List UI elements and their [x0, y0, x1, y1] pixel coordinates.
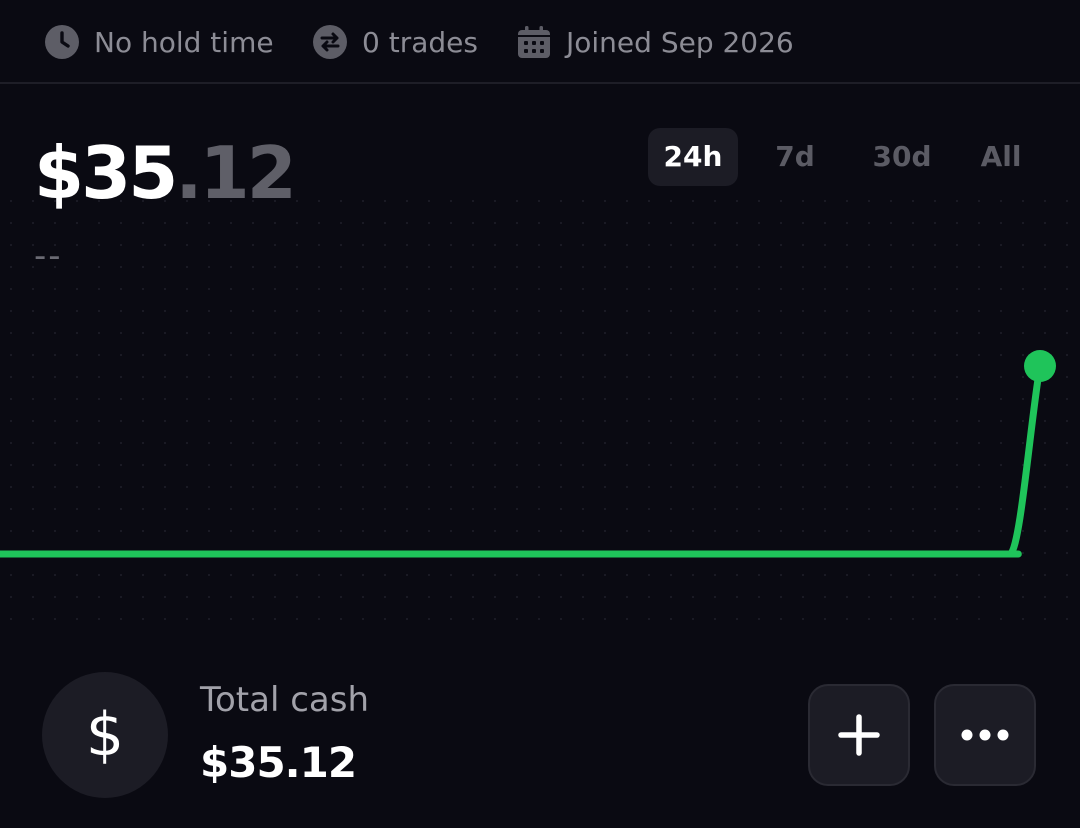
balance-dollars: $35 [34, 131, 178, 215]
chart-endpoint-marker [1024, 350, 1056, 382]
tab-30d[interactable]: 30d [852, 128, 952, 186]
tab-all[interactable]: All [956, 128, 1046, 186]
tab-7d[interactable]: 7d [750, 128, 840, 186]
cash-avatar: $ [42, 672, 168, 798]
clock-icon [45, 25, 79, 59]
hold-time-text: No hold time [94, 25, 274, 59]
total-cash-label: Total cash [200, 680, 370, 720]
joined-stat: Joined Sep 2026 [516, 22, 794, 62]
balance-change: -- [34, 236, 63, 276]
stats-bar: No hold time 0 trades Joined Sep 2026 [0, 0, 1080, 84]
dollar-icon: $ [85, 700, 125, 770]
more-dots-icon [961, 729, 1009, 741]
trades-stat: 0 trades [312, 22, 478, 62]
swap-arrows-icon [313, 25, 347, 59]
hold-time-stat: No hold time [44, 22, 274, 62]
trades-text: 0 trades [362, 25, 478, 59]
portfolio-chart [0, 190, 1080, 620]
portfolio-balance: $35.12 [34, 128, 297, 218]
joined-text: Joined Sep 2026 [566, 25, 794, 59]
more-options-button[interactable] [934, 684, 1036, 786]
calendar-icon [518, 26, 550, 58]
add-cash-button[interactable] [808, 684, 910, 786]
balance-cents: .12 [175, 131, 297, 215]
plus-icon [838, 714, 880, 756]
total-cash-value: $35.12 [200, 738, 357, 787]
tab-24h[interactable]: 24h [648, 128, 738, 186]
